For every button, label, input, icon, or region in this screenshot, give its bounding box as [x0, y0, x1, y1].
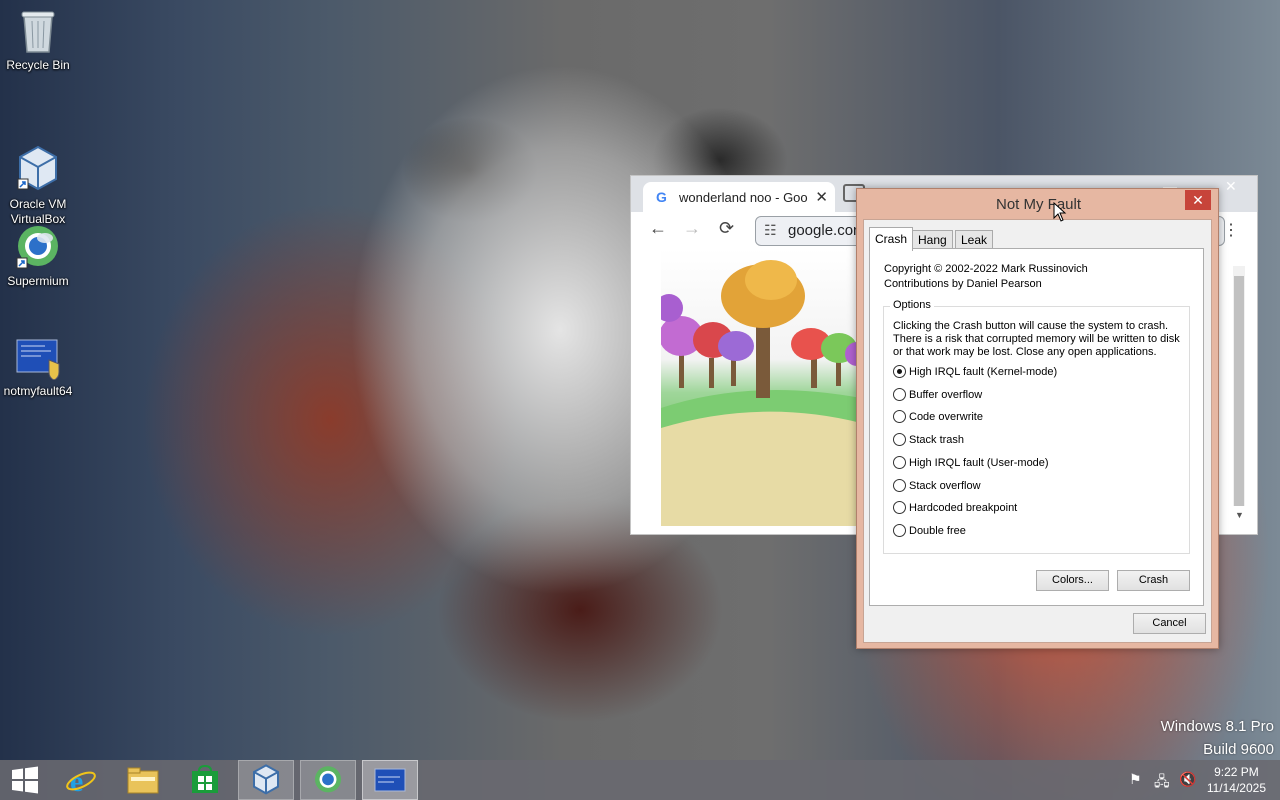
scrollbar-thumb[interactable]	[1234, 276, 1244, 506]
options-description: Clicking the Crash button will cause the…	[893, 320, 1180, 358]
taskbar-supermium[interactable]	[300, 760, 356, 800]
taskbar: e ⚑ 🖧 🔇 9:22 PM 11/14/2025	[0, 760, 1280, 800]
browser-tab[interactable]: G wonderland noo - Goo ✕	[643, 182, 835, 212]
notmyfault-icon	[15, 338, 61, 381]
tab-title: wonderland noo - Goo	[679, 190, 808, 205]
wonderland-scene-image	[661, 248, 861, 526]
start-button[interactable]	[0, 760, 50, 800]
option-label: Double free	[909, 525, 966, 537]
options-group: Options Clicking the Crash button will c…	[883, 299, 1190, 554]
tab-leak[interactable]: Leak	[955, 230, 994, 249]
desktop-icon-label: Supermium	[7, 274, 69, 288]
option-label: Stack trash	[909, 434, 965, 446]
option-label: Buffer overflow	[909, 389, 983, 401]
network-icon[interactable]: 🖧	[1154, 771, 1170, 795]
address-text: google.con	[788, 222, 862, 239]
taskbar-store[interactable]	[177, 760, 233, 800]
mouse-cursor-icon	[1053, 202, 1067, 222]
dialog-close-icon[interactable]: ✕	[1185, 190, 1211, 210]
store-icon	[192, 765, 218, 793]
dialog-title: Not My Fault	[995, 196, 1082, 213]
watermark-edition: Windows 8.1 Pro	[1160, 718, 1274, 735]
site-settings-icon[interactable]: ☷	[764, 222, 777, 239]
desktop-icon-virtualbox[interactable]: Oracle VM VirtualBox	[0, 115, 76, 227]
supermium-icon	[314, 766, 342, 793]
taskbar-file-explorer[interactable]	[115, 760, 171, 800]
google-favicon-icon: G	[656, 189, 667, 205]
colors-button[interactable]: Colors...	[1036, 570, 1109, 591]
taskbar-notmyfault[interactable]	[362, 760, 418, 800]
notmyfault-icon	[374, 768, 406, 792]
taskbar-virtualbox[interactable]	[238, 760, 294, 800]
clock-time: 9:22 PM	[1214, 765, 1259, 779]
recycle-bin-icon	[20, 8, 56, 54]
forward-icon[interactable]: →	[683, 218, 701, 239]
browser-menu-icon[interactable]: ⋮	[1223, 220, 1239, 240]
radio-button[interactable]	[893, 501, 906, 514]
notmyfault-dialog[interactable]: Not My Fault ✕ Crash Hang Leak Copyright…	[856, 188, 1219, 649]
tab-close-icon[interactable]: ✕	[815, 188, 828, 206]
clock-date: 11/14/2025	[1206, 781, 1266, 795]
radio-button[interactable]	[893, 456, 906, 469]
desktop-icon-label: notmyfault64	[3, 384, 73, 398]
virtualbox-icon	[16, 130, 60, 191]
reload-icon[interactable]: ⟳	[719, 218, 734, 239]
windows-watermark: Windows 8.1 Pro Build 9600	[1161, 715, 1274, 761]
watermark-build: Build 9600	[1203, 741, 1274, 758]
credits: Copyright © 2002-2022 Mark Russinovich C…	[884, 262, 1088, 292]
back-icon[interactable]: ←	[649, 218, 667, 239]
internet-explorer-icon: e	[66, 765, 96, 796]
crash-button[interactable]: Crash	[1117, 570, 1190, 591]
radio-button[interactable]	[893, 388, 906, 401]
browser-close-icon[interactable]: ✕	[1225, 178, 1237, 195]
desktop-icon-recycle-bin[interactable]: Recycle Bin	[0, 8, 76, 73]
option-label: Stack overflow	[909, 480, 981, 492]
folder-icon	[127, 767, 159, 794]
radio-button[interactable]	[893, 365, 906, 378]
dialog-client: Crash Hang Leak Copyright © 2002-2022 Ma…	[863, 219, 1212, 643]
radio-button[interactable]	[893, 524, 906, 537]
copyright-text: Copyright © 2002-2022 Mark Russinovich	[884, 263, 1088, 275]
option-label: Hardcoded breakpoint	[909, 502, 1018, 514]
option-label: High IRQL fault (Kernel-mode)	[909, 366, 1058, 378]
options-legend: Options	[890, 299, 934, 311]
taskbar-internet-explorer[interactable]: e	[53, 760, 109, 800]
crash-panel: Copyright © 2002-2022 Mark Russinovich C…	[869, 248, 1204, 606]
tab-hang[interactable]: Hang	[912, 230, 953, 249]
radio-button[interactable]	[893, 479, 906, 492]
option-label: Code overwrite	[909, 411, 983, 423]
option-label: High IRQL fault (User-mode)	[909, 457, 1049, 469]
cancel-button[interactable]: Cancel	[1133, 613, 1206, 634]
virtualbox-icon	[253, 764, 279, 795]
desktop-icon-supermium[interactable]: Supermium	[0, 224, 76, 289]
browser-scrollbar[interactable]: ▼	[1233, 266, 1245, 520]
radio-button[interactable]	[893, 410, 906, 423]
action-center-flag-icon[interactable]: ⚑	[1129, 771, 1142, 788]
windows-logo-icon	[12, 766, 38, 794]
supermium-icon	[15, 224, 61, 270]
desktop-icon-label: Oracle VM VirtualBox	[9, 197, 67, 226]
taskbar-clock[interactable]: 9:22 PM 11/14/2025	[1207, 764, 1266, 796]
desktop-icon-notmyfault64[interactable]: notmyfault64	[0, 338, 76, 399]
desktop-icon-label: Recycle Bin	[6, 58, 70, 72]
radio-button[interactable]	[893, 433, 906, 446]
volume-muted-icon[interactable]: 🔇	[1179, 771, 1196, 788]
contributions-text: Contributions by Daniel Pearson	[884, 278, 1042, 290]
tab-crash[interactable]: Crash	[869, 227, 914, 251]
scroll-down-icon[interactable]: ▼	[1235, 510, 1244, 520]
